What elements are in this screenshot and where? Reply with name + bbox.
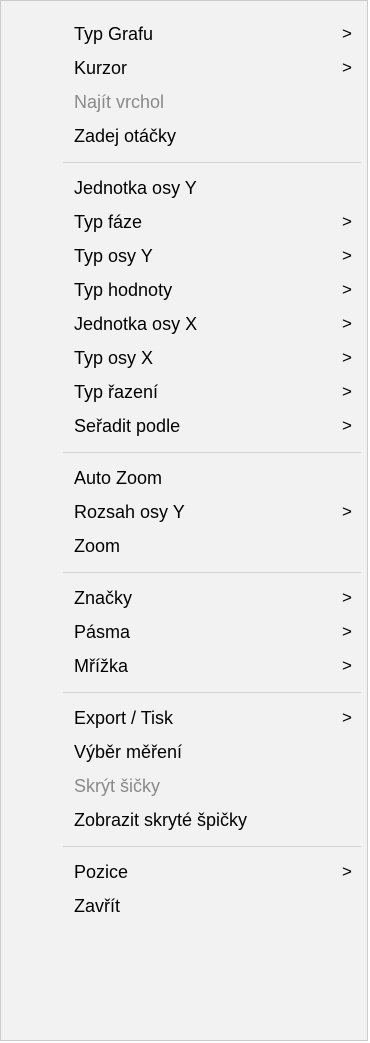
- menu-item-vyber-mereni[interactable]: Výběr měření: [1, 735, 367, 769]
- chevron-right-icon: >: [342, 862, 352, 881]
- context-menu: Typ Grafu > Kurzor > Najít vrchol Zadej otáčk…: [0, 0, 368, 1041]
- chevron-right-icon: >: [342, 280, 352, 299]
- menu-item-label: Export / Tisk: [74, 708, 174, 728]
- chevron-right-icon: >: [342, 314, 352, 333]
- menu-item-auto-zoom[interactable]: Auto Zoom: [1, 461, 367, 495]
- menu-item-label: Jednotka osy Y: [74, 178, 197, 198]
- menu-item-typ-osy-y[interactable]: Typ osy Y >: [1, 239, 367, 273]
- menu-separator: [63, 692, 361, 693]
- menu-item-znacky[interactable]: Značky >: [1, 581, 367, 615]
- menu-item-label: Seřadit podle: [74, 416, 181, 436]
- menu-item-pasma[interactable]: Pásma >: [1, 615, 367, 649]
- menu-item-zoom[interactable]: Zoom: [1, 529, 367, 563]
- menu-item-najit-vrchol: Najít vrchol: [1, 85, 367, 119]
- menu-item-label: Typ řazení: [74, 382, 159, 402]
- menu-item-label: Zobrazit skryté špičky: [74, 810, 248, 830]
- menu-item-mrizka[interactable]: Mřížka >: [1, 649, 367, 683]
- menu-item-label: Jednotka osy X: [74, 314, 198, 334]
- chevron-right-icon: >: [342, 622, 352, 641]
- menu-item-typ-grafu[interactable]: Typ Grafu >: [1, 17, 367, 51]
- menu-item-zobrazit-skryte-spicky[interactable]: Zobrazit skryté špičky: [1, 803, 367, 837]
- chevron-right-icon: >: [342, 708, 352, 727]
- menu-item-label: Pozice: [74, 862, 129, 882]
- menu-item-export-tisk[interactable]: Export / Tisk >: [1, 701, 367, 735]
- menu-item-jednotka-osy-y[interactable]: Jednotka osy Y: [1, 171, 367, 205]
- menu-item-label: Pásma: [74, 622, 131, 642]
- menu-item-label: Typ osy X: [74, 348, 154, 368]
- chevron-right-icon: >: [342, 246, 352, 265]
- chevron-right-icon: >: [342, 24, 352, 43]
- chevron-right-icon: >: [342, 58, 352, 77]
- menu-separator: [63, 572, 361, 573]
- chevron-right-icon: >: [342, 588, 352, 607]
- menu-item-label: Typ hodnoty: [74, 280, 173, 300]
- menu-item-label: Auto Zoom: [74, 468, 163, 488]
- menu-item-label: Skrýt šičky: [74, 776, 161, 796]
- menu-item-skryt-sicky: Skrýt šičky: [1, 769, 367, 803]
- menu-item-zadej-otacky[interactable]: Zadej otáčky: [1, 119, 367, 153]
- chevron-right-icon: >: [342, 382, 352, 401]
- menu-item-label: Zadej otáčky: [74, 126, 177, 146]
- menu-separator: [63, 846, 361, 847]
- menu-item-label: Typ osy Y: [74, 246, 153, 266]
- menu-item-label: Zoom: [74, 536, 121, 556]
- menu-item-label: Zavřít: [74, 896, 121, 916]
- menu-item-typ-hodnoty[interactable]: Typ hodnoty >: [1, 273, 367, 307]
- menu-item-label: Typ Grafu: [74, 24, 154, 44]
- chevron-right-icon: >: [342, 212, 352, 231]
- menu-item-label: Rozsah osy Y: [74, 502, 185, 522]
- menu-item-jednotka-osy-x[interactable]: Jednotka osy X >: [1, 307, 367, 341]
- menu-item-typ-razeni[interactable]: Typ řazení >: [1, 375, 367, 409]
- menu-item-label: Najít vrchol: [74, 92, 165, 112]
- menu-separator: [63, 162, 361, 163]
- menu-item-label: Výběr měření: [74, 742, 183, 762]
- chevron-right-icon: >: [342, 502, 352, 521]
- menu-item-typ-faze[interactable]: Typ fáze >: [1, 205, 367, 239]
- menu-item-pozice[interactable]: Pozice >: [1, 855, 367, 889]
- menu-item-label: Značky: [74, 588, 133, 608]
- menu-item-zavrit[interactable]: Zavřít: [1, 889, 367, 923]
- menu-item-kurzor[interactable]: Kurzor >: [1, 51, 367, 85]
- menu-separator: [63, 452, 361, 453]
- menu-item-label: Mřížka: [74, 656, 128, 676]
- menu-item-label: Typ fáze: [74, 212, 143, 232]
- menu-item-seradit-podle[interactable]: Seřadit podle >: [1, 409, 367, 443]
- chevron-right-icon: >: [342, 656, 352, 675]
- chevron-right-icon: >: [342, 348, 352, 367]
- menu-item-rozsah-osy-y[interactable]: Rozsah osy Y >: [1, 495, 367, 529]
- menu-item-typ-osy-x[interactable]: Typ osy X >: [1, 341, 367, 375]
- menu-item-label: Kurzor: [74, 58, 128, 78]
- chevron-right-icon: >: [342, 416, 352, 435]
